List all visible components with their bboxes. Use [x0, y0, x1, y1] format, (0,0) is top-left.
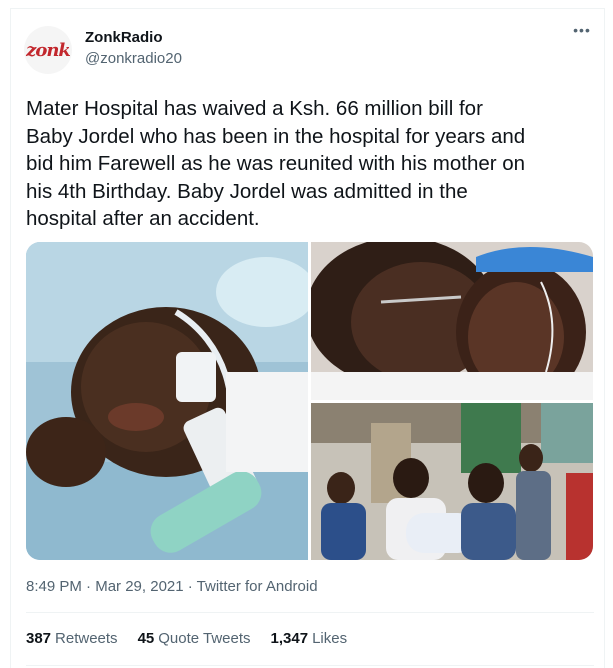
media-grid: [26, 242, 593, 560]
tweet-text-line: hospital after an accident.: [26, 207, 260, 230]
avatar-logo: zonk: [26, 39, 71, 61]
avatar[interactable]: zonk: [24, 26, 72, 74]
divider: [26, 612, 594, 613]
tweet-card: zonk ZonkRadio @zonkradio20 ••• Mater Ho…: [10, 8, 605, 668]
tweet-time[interactable]: 8:49 PM: [26, 578, 82, 595]
retweets-stat[interactable]: 387 Retweets: [26, 630, 118, 647]
quote-tweets-stat[interactable]: 45 Quote Tweets: [138, 630, 251, 647]
tweet-text-line: Mater Hospital has waived a Ksh. 66 mill…: [26, 97, 483, 120]
more-horizontal-icon[interactable]: •••: [572, 23, 592, 43]
tweet-text-line: his 4th Birthday. Baby Jordel was admitt…: [26, 179, 468, 203]
likes-stat[interactable]: 1,347 Likes: [271, 630, 348, 647]
retweets-label: Retweets: [55, 630, 118, 647]
likes-label: Likes: [312, 630, 348, 647]
engagement-stats: 387 Retweets 45 Quote Tweets 1,347 Likes: [26, 630, 347, 647]
author-display-name[interactable]: ZonkRadio: [85, 29, 163, 46]
tweet-client[interactable]: Twitter for Android: [197, 578, 318, 595]
likes-count: 1,347: [270, 630, 309, 647]
meta-separator: ·: [81, 578, 96, 595]
meta-separator: ·: [183, 578, 197, 595]
quotes-count: 45: [137, 630, 155, 647]
tweet-metadata: 8:49 PM · Mar 29, 2021 · Twitter for And…: [26, 578, 318, 595]
photo-mother-kissing-child[interactable]: [311, 242, 593, 400]
tweet-text-line: bid him Farewell as he was reunited with…: [26, 152, 526, 175]
tweet-date[interactable]: Mar 29, 2021: [95, 578, 183, 595]
quotes-label: Quote Tweets: [158, 630, 251, 647]
tweet-text-line: Baby Jordel who has been in the hospital…: [26, 124, 526, 148]
photo-baby-in-hospital[interactable]: [26, 242, 308, 560]
tweet-text: Mater Hospital has waived a Ksh. 66 mill…: [26, 95, 606, 233]
retweets-count: 387: [26, 630, 52, 647]
author-handle[interactable]: @zonkradio20: [85, 50, 182, 67]
divider: [26, 665, 594, 666]
photo-hospital-farewell[interactable]: [311, 403, 593, 560]
